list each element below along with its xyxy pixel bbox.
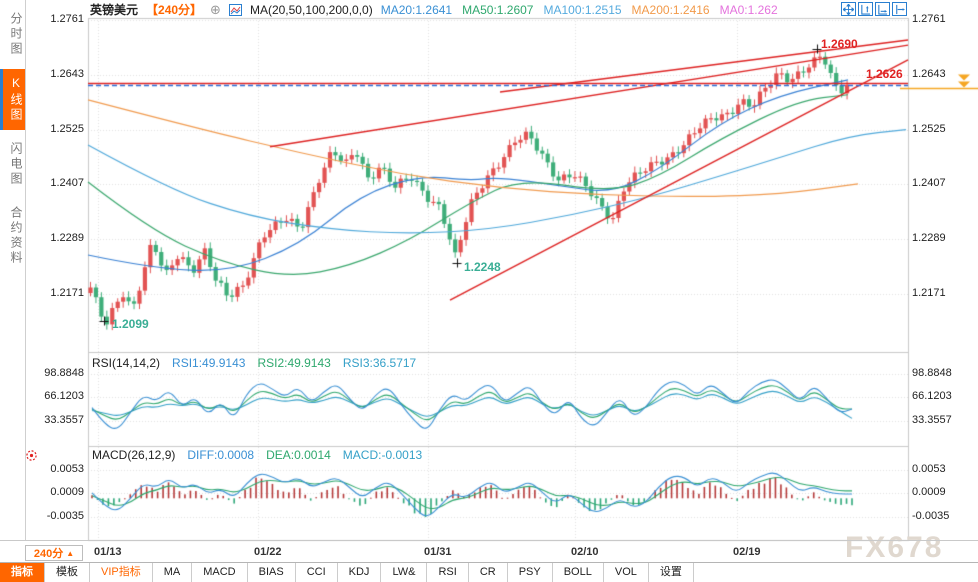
rsi-axis-label-left-1: 66.1203 xyxy=(28,390,84,402)
ma-values: MA20:1.2641 MA50:1.2607 MA100:1.2515 MA200:… xyxy=(381,3,778,17)
rsi1-value: RSI1:49.9143 xyxy=(172,356,245,370)
price-axis-label-left-5: 1.2171 xyxy=(28,287,84,299)
pan-right-icon[interactable] xyxy=(892,2,907,16)
time-axis-label-0: 01/13 xyxy=(94,546,122,558)
toolbar-item-BOLL[interactable]: BOLL xyxy=(553,563,604,582)
sidebar-item-1[interactable]: K线图 xyxy=(0,69,25,130)
macd-header: MACD(26,12,9) DIFF:0.0008 DEA:0.0014 MAC… xyxy=(92,448,422,462)
swing-low-label-1: 1.2099 xyxy=(112,317,149,331)
price-axis-label-right-1: 1.2643 xyxy=(912,68,946,80)
circled-plus-icon[interactable]: ⊕ xyxy=(210,4,221,16)
fx-chart-app: FX678 分时图K线图闪电图合约资料 英镑美元 【240分】 ⊕ MA(20,… xyxy=(0,0,978,582)
symbol-name: 英镑美元 xyxy=(90,1,138,18)
time-axis-label-1: 01/22 xyxy=(254,546,282,558)
time-axis-bar: 240分 ▲ 01/13 01/22 01/31 02/10 02/19 xyxy=(0,540,978,563)
period-label: 【240分】 xyxy=(146,1,202,18)
price-axis-label-right-0: 1.2761 xyxy=(912,13,946,25)
ma-params: MA(20,50,100,200,0,0) xyxy=(250,3,373,17)
toolbar-item-VOL[interactable]: VOL xyxy=(604,563,649,582)
toolbar-item-LW&[interactable]: LW& xyxy=(381,563,427,582)
macd-dea-value: DEA:0.0014 xyxy=(266,448,331,462)
price-axis-label-left-1: 1.2643 xyxy=(28,68,84,80)
toolbar-item-PSY[interactable]: PSY xyxy=(508,563,553,582)
rsi-axis-label-left-2: 33.3557 xyxy=(28,414,84,426)
macd-axis-label-left-0: 0.0053 xyxy=(28,463,84,475)
toolbar-item-指标[interactable]: 指标 xyxy=(0,563,45,582)
macd-axis-label-right-1: 0.0009 xyxy=(912,486,946,498)
chevron-up-icon: ▲ xyxy=(66,549,74,558)
ma-value-3: MA200:1.2416 xyxy=(632,3,710,17)
price-axis-label-left-3: 1.2407 xyxy=(28,177,84,189)
toolbar-item-KDJ[interactable]: KDJ xyxy=(338,563,382,582)
price-axis-label-right-2: 1.2525 xyxy=(912,123,946,135)
macd-axis-label-left-2: -0.0035 xyxy=(28,510,84,522)
price-axis-label-left-0: 1.2761 xyxy=(28,13,84,25)
macd-diff-value: DIFF:0.0008 xyxy=(187,448,254,462)
rsi-header: RSI(14,14,2) RSI1:49.9143 RSI2:49.9143 R… xyxy=(92,356,416,370)
macd-hist-value: MACD:-0.0013 xyxy=(343,448,422,462)
price-axis-label-right-3: 1.2407 xyxy=(912,177,946,189)
ma-value-2: MA100:1.2515 xyxy=(543,3,621,17)
toolbar-item-设置[interactable]: 设置 xyxy=(649,563,694,582)
y-axis-zoom-icon[interactable] xyxy=(858,2,873,16)
resistance-price-label: 1.2626 xyxy=(866,67,903,81)
ma-value-0: MA20:1.2641 xyxy=(381,3,452,17)
price-axis-label-left-4: 1.2289 xyxy=(28,232,84,244)
rsi2-value: RSI2:49.9143 xyxy=(257,356,330,370)
ma-value-1: MA50:1.2607 xyxy=(462,3,533,17)
rsi-axis-label-right-2: 33.3557 xyxy=(912,414,952,426)
ma-value-4: MA0:1.262 xyxy=(720,3,778,17)
rsi3-value: RSI3:36.5717 xyxy=(343,356,416,370)
price-axis-label-left-2: 1.2525 xyxy=(28,123,84,135)
chart-header: 英镑美元 【240分】 ⊕ MA(20,50,100,200,0,0) MA20… xyxy=(90,2,778,17)
indicator-chart-icon[interactable] xyxy=(229,4,242,16)
rsi-axis-label-right-0: 98.8848 xyxy=(912,367,952,379)
move-crosshair-icon[interactable] xyxy=(841,2,856,16)
toolbar-item-BIAS[interactable]: BIAS xyxy=(248,563,296,582)
price-axis-label-right-5: 1.2171 xyxy=(912,287,946,299)
indicator-toolbar: 指标模板VIP指标MAMACDBIASCCIKDJLW&RSICRPSYBOLL… xyxy=(0,562,978,582)
macd-axis-label-right-2: -0.0035 xyxy=(912,510,949,522)
sidebar-item-3[interactable]: 合约资料 xyxy=(0,199,25,273)
macd-axis-label-right-0: 0.0053 xyxy=(912,463,946,475)
period-selector-label: 240分 xyxy=(34,545,63,561)
sidebar-item-2[interactable]: 闪电图 xyxy=(0,135,25,194)
chart-tool-icons xyxy=(841,2,907,16)
toolbar-item-RSI[interactable]: RSI xyxy=(427,563,468,582)
price-axis-label-right-4: 1.2289 xyxy=(912,232,946,244)
swing-low-label-2: 1.2248 xyxy=(464,260,501,274)
macd-axis-label-left-1: 0.0009 xyxy=(28,486,84,498)
macd-alert-icon[interactable] xyxy=(25,449,38,462)
rsi-params: RSI(14,14,2) xyxy=(92,356,160,370)
chart-type-sidebar: 分时图 K线图闪电图合约资料 xyxy=(0,0,26,540)
period-selector[interactable]: 240分 ▲ xyxy=(25,545,83,561)
toolbar-item-模板[interactable]: 模板 xyxy=(45,563,90,582)
x-axis-zoom-icon[interactable] xyxy=(875,2,890,16)
sidebar-item-0[interactable]: 分时图 xyxy=(0,5,25,64)
toolbar-item-CCI[interactable]: CCI xyxy=(296,563,338,582)
time-axis-label-4: 02/19 xyxy=(733,546,761,558)
macd-params: MACD(26,12,9) xyxy=(92,448,175,462)
time-axis-label-2: 01/31 xyxy=(424,546,452,558)
chart-canvas[interactable] xyxy=(0,0,978,582)
time-axis-label-3: 02/10 xyxy=(571,546,599,558)
toolbar-item-CR[interactable]: CR xyxy=(469,563,508,582)
rsi-axis-label-left-0: 98.8848 xyxy=(28,367,84,379)
toolbar-item-VIP指标[interactable]: VIP指标 xyxy=(90,563,153,582)
toolbar-item-MA[interactable]: MA xyxy=(153,563,193,582)
swing-high-label: 1.2690 xyxy=(821,37,858,51)
toolbar-item-MACD[interactable]: MACD xyxy=(192,563,247,582)
rsi-axis-label-right-1: 66.1203 xyxy=(912,390,952,402)
